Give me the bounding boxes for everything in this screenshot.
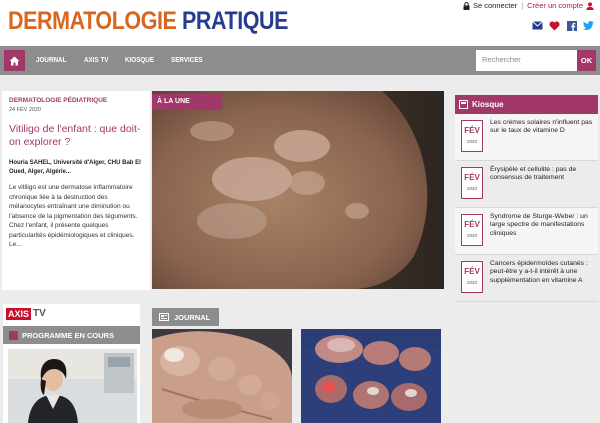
kiosque-panel: Kiosque FÉV 2020 Les crèmes solaires n'i… — [455, 95, 598, 302]
facebook-icon[interactable] — [566, 20, 577, 31]
search-submit-button[interactable]: OK — [577, 50, 596, 71]
kiosque-list: FÉV 2020 Les crèmes solaires n'influent … — [455, 114, 598, 302]
journal-tab-label: JOURNAL — [174, 312, 211, 322]
issue-month: FÉV — [464, 173, 480, 182]
kiosque-item-title[interactable]: Les crèmes solaires n'influent pas sur l… — [490, 119, 594, 136]
newspaper-icon — [159, 313, 169, 321]
kiosque-item[interactable]: FÉV 2020 Cancers épidermoïdes cutanés : … — [455, 255, 598, 302]
journal-article-image[interactable] — [152, 329, 292, 423]
link-separator: | — [521, 1, 524, 10]
nav-item-kiosque[interactable]: KIOSQUE — [125, 57, 154, 64]
magazine-icon — [459, 100, 468, 109]
article-date: 24 FÉV 2020 — [9, 107, 42, 113]
issue-date-badge: FÉV 2020 — [461, 261, 483, 293]
issue-year: 2020 — [466, 139, 477, 144]
article-title[interactable]: Vitiligo de l'enfant : que doit-on explo… — [9, 123, 144, 149]
axis-tv-logo[interactable]: AXIS TV — [6, 307, 46, 320]
axis-tv-logo-tv: TV — [33, 308, 46, 319]
featured-label: À LA UNE — [152, 94, 222, 110]
kiosque-title: Kiosque — [472, 100, 504, 109]
kiosque-item[interactable]: FÉV 2020 Érysipèle et cellulite : pas de… — [455, 161, 598, 208]
logo-word-dermatologie: DERMATOLOGIE — [8, 7, 177, 35]
kiosque-item-title[interactable]: Cancers épidermoïdes cutanés : peut-être… — [490, 260, 594, 285]
home-button[interactable] — [4, 50, 25, 71]
issue-month: FÉV — [464, 267, 480, 276]
twitter-icon[interactable] — [583, 20, 594, 31]
kiosque-item[interactable]: FÉV 2020 Syndrome de Sturge-Weber : un l… — [455, 208, 598, 255]
social-icons — [532, 20, 594, 31]
site-logo[interactable]: DERMATOLOGIE PRATIQUE — [8, 6, 288, 36]
nav-item-journal[interactable]: JOURNAL — [36, 57, 66, 64]
article-excerpt: Le vitiligo est une dermatose inflammato… — [9, 184, 138, 248]
search-input[interactable]: Rechercher — [476, 50, 577, 71]
account-links: Se connecter | Créer un compte — [463, 1, 594, 10]
nav-item-services[interactable]: SERVICES — [171, 57, 203, 64]
featured-article-image[interactable] — [152, 91, 444, 289]
kiosque-item[interactable]: FÉV 2020 Les crèmes solaires n'influent … — [455, 114, 598, 161]
axis-tv-video[interactable] — [8, 349, 137, 423]
kiosque-item-title[interactable]: Syndrome de Sturge-Weber : un large spec… — [490, 213, 594, 238]
kiosque-header[interactable]: Kiosque — [455, 95, 598, 114]
article-category: DERMATOLOGIE PÉDIATRIQUE — [9, 97, 108, 104]
login-label: Se connecter — [472, 1, 518, 10]
issue-month: FÉV — [464, 220, 480, 229]
program-bullet-icon — [9, 330, 18, 340]
signup-link[interactable]: Créer un compte — [527, 1, 594, 10]
issue-month: FÉV — [464, 126, 480, 135]
kiosque-item-title[interactable]: Érysipèle et cellulite : pas de consensu… — [490, 166, 594, 183]
issue-year: 2020 — [466, 186, 477, 191]
logo-word-pratique: PRATIQUE — [181, 7, 289, 35]
issue-year: 2020 — [466, 233, 477, 238]
journal-tab[interactable]: JOURNAL — [152, 308, 219, 326]
signup-label: Créer un compte — [527, 1, 583, 10]
main-nav: JOURNAL AXIS TV KIOSQUE SERVICES Recherc… — [0, 46, 600, 75]
site-header: DERMATOLOGIE PRATIQUE Se connecter | Cré… — [0, 0, 600, 46]
lock-icon — [463, 1, 470, 10]
issue-date-badge: FÉV 2020 — [461, 214, 483, 246]
issue-year: 2020 — [466, 280, 477, 285]
program-header: PROGRAMME EN COURS — [3, 326, 140, 344]
article-author: Houria SAHEL, Université d'Alger, CHU Ba… — [9, 160, 141, 175]
featured-article[interactable]: DERMATOLOGIE PÉDIATRIQUE 24 FÉV 2020 Vit… — [2, 91, 150, 290]
nav-items: JOURNAL AXIS TV KIOSQUE SERVICES — [36, 46, 221, 75]
nav-item-axis-tv[interactable]: AXIS TV — [84, 57, 109, 64]
issue-date-badge: FÉV 2020 — [461, 120, 483, 152]
issue-date-badge: FÉV 2020 — [461, 167, 483, 199]
heart-icon[interactable] — [549, 20, 560, 31]
program-label: PROGRAMME EN COURS — [22, 330, 115, 340]
login-link[interactable]: Se connecter — [463, 1, 517, 10]
axis-tv-logo-axis: AXIS — [6, 307, 32, 320]
user-icon — [586, 1, 594, 10]
home-icon — [9, 56, 20, 65]
journal-article-image[interactable] — [301, 329, 441, 423]
mail-icon[interactable] — [532, 20, 543, 31]
